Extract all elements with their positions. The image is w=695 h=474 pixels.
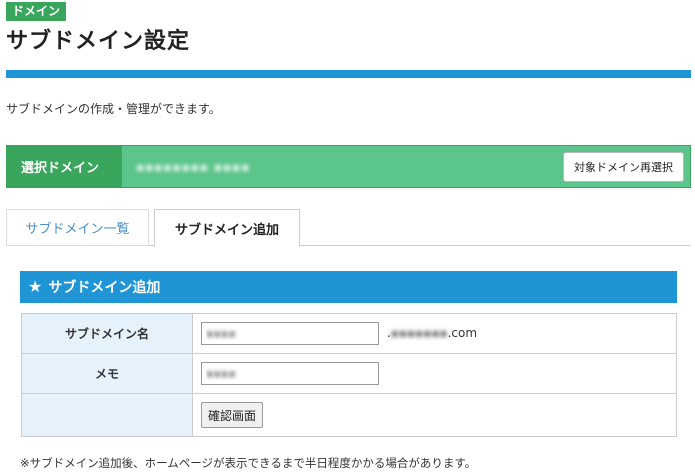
domain-suffix: .▪▪▪▪▪▪▪.com	[386, 326, 478, 340]
footnote: ※サブドメイン追加後、ホームページが表示できるまで半日程度かかる場合があります。	[20, 456, 477, 470]
tab-bar: サブドメイン一覧 サブドメイン追加	[6, 209, 691, 247]
confirm-button[interactable]: 確認画面	[201, 402, 264, 428]
subdomain-form: サブドメイン名 .▪▪▪▪▪▪▪.com メモ 確認画面	[21, 313, 677, 437]
memo-cell	[192, 353, 677, 394]
star-icon: ★	[28, 277, 43, 296]
submit-label-cell	[21, 393, 193, 437]
subdomain-name-cell: .▪▪▪▪▪▪▪.com	[192, 313, 677, 354]
section-title: サブドメイン追加	[48, 280, 161, 296]
form-row-subdomain: サブドメイン名 .▪▪▪▪▪▪▪.com	[21, 313, 677, 354]
tab-subdomain-add[interactable]: サブドメイン追加	[154, 209, 300, 247]
page-description: サブドメインの作成・管理ができます。	[6, 102, 221, 116]
form-row-submit: 確認画面	[21, 393, 677, 437]
title-divider	[6, 70, 691, 78]
page-title: サブドメイン設定	[6, 29, 191, 54]
domain-suffix-name: ▪▪▪▪▪▪▪	[390, 326, 448, 340]
category-badge: ドメイン	[6, 2, 67, 21]
selected-domain-value: ▪▪▪▪▪▪▪▪ ▪▪▪▪	[136, 159, 251, 174]
memo-label: メモ	[21, 353, 193, 394]
subdomain-name-input[interactable]	[201, 322, 379, 345]
subdomain-name-label: サブドメイン名	[21, 313, 193, 354]
submit-cell: 確認画面	[192, 393, 677, 437]
selected-domain-bar: 選択ドメイン ▪▪▪▪▪▪▪▪ ▪▪▪▪ 対象ドメイン再選択	[6, 145, 691, 188]
form-row-memo: メモ	[21, 353, 677, 394]
memo-input[interactable]	[201, 362, 379, 385]
reselect-domain-button[interactable]: 対象ドメイン再選択	[563, 151, 684, 182]
section-header: ★ サブドメイン追加	[20, 271, 677, 303]
selected-domain-label: 選択ドメイン	[7, 146, 122, 187]
tab-subdomain-list[interactable]: サブドメイン一覧	[6, 209, 149, 246]
domain-suffix-tld: .com	[447, 326, 478, 340]
